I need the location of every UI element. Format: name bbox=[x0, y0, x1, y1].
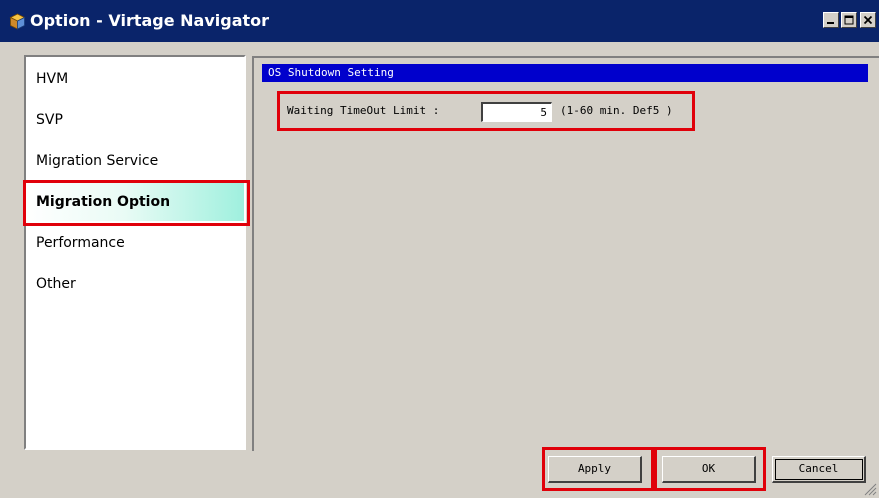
maximize-icon bbox=[844, 15, 854, 25]
app-cube-icon bbox=[9, 13, 26, 30]
close-button[interactable] bbox=[860, 12, 876, 28]
apply-button[interactable]: Apply bbox=[548, 456, 642, 483]
cancel-button[interactable]: Cancel bbox=[772, 456, 866, 483]
ok-button[interactable]: OK bbox=[662, 456, 756, 483]
nav-item-migration-service[interactable]: Migration Service bbox=[26, 142, 244, 180]
resize-grip-icon[interactable] bbox=[863, 482, 877, 496]
maximize-button[interactable] bbox=[841, 12, 857, 28]
nav-item-other[interactable]: Other bbox=[26, 265, 244, 303]
nav-item-svp[interactable]: SVP bbox=[26, 101, 244, 139]
title-bar[interactable]: Option - Virtage Navigator bbox=[0, 0, 879, 42]
nav-item-hvm[interactable]: HVM bbox=[26, 60, 244, 98]
nav-item-migration-option[interactable]: Migration Option bbox=[26, 183, 244, 221]
option-window: Option - Virtage Navigator HVM SVP Migra… bbox=[0, 0, 879, 498]
waiting-timeout-label: Waiting TimeOut Limit : bbox=[287, 104, 440, 117]
waiting-timeout-input[interactable] bbox=[481, 102, 552, 122]
waiting-timeout-hint: (1-60 min. Def5 ) bbox=[560, 104, 673, 117]
nav-item-performance[interactable]: Performance bbox=[26, 224, 244, 262]
category-list: HVM SVP Migration Service Migration Opti… bbox=[24, 55, 246, 450]
group-header-os-shutdown: OS Shutdown Setting bbox=[262, 64, 868, 82]
close-icon bbox=[863, 15, 873, 25]
minimize-button[interactable] bbox=[823, 12, 839, 28]
settings-panel: OS Shutdown Setting Waiting TimeOut Limi… bbox=[252, 56, 879, 451]
window-title: Option - Virtage Navigator bbox=[30, 11, 270, 30]
minimize-icon bbox=[827, 22, 834, 24]
